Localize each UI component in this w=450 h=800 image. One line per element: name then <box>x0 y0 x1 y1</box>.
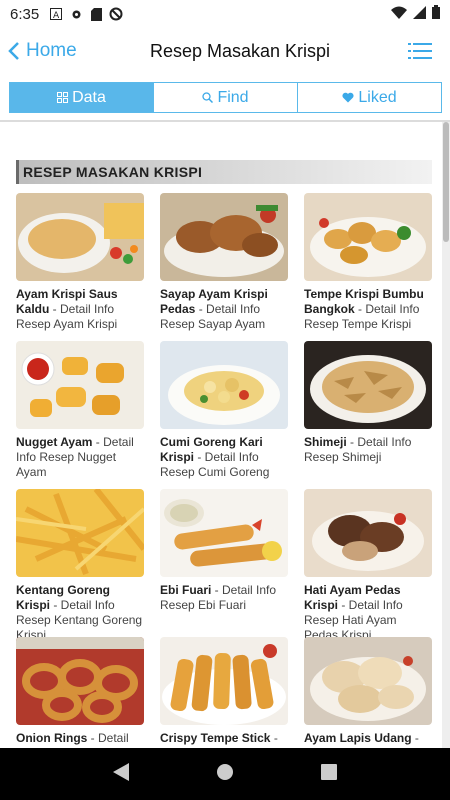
svg-text:A: A <box>53 11 60 20</box>
recipe-card[interactable]: Shimeji - Detail Info Resep Shimeji <box>304 341 432 465</box>
recipe-card[interactable]: Crispy Tempe Stick - Detail Info Resep C… <box>160 637 288 748</box>
recipe-caption: Crispy Tempe Stick - Detail Info Resep C… <box>160 731 288 748</box>
recipe-name: Crispy Tempe Stick <box>160 731 271 745</box>
recipe-caption: Kentang Goreng Krispi - Detail Info Rese… <box>16 583 144 643</box>
recipe-name: Onion Rings <box>16 731 88 745</box>
recipe-caption: Shimeji - Detail Info Resep Shimeji <box>304 435 432 465</box>
nav-recents-button[interactable] <box>320 763 337 785</box>
settings-icon <box>69 7 83 21</box>
tab-find[interactable]: Find <box>154 83 298 112</box>
tab-liked[interactable]: Liked <box>298 83 441 112</box>
recipe-thumbnail <box>304 341 432 429</box>
recipe-card[interactable]: Cumi Goreng Kari Krispi - Detail Info Re… <box>160 341 288 480</box>
app-bar: Home Resep Masakan Krispi <box>0 28 450 74</box>
tab-bar: Data Find Liked <box>9 82 442 113</box>
recipe-list[interactable]: RESEP MASAKAN KRISPI Ayam Krispi Saus Ka… <box>0 122 442 748</box>
section-header: RESEP MASAKAN KRISPI <box>16 160 432 184</box>
recipe-thumbnail <box>160 341 288 429</box>
recipe-caption: Nugget Ayam - Detail Info Resep Nugget A… <box>16 435 144 480</box>
section-header-accent <box>16 160 19 184</box>
recipe-thumbnail <box>16 637 144 725</box>
scrollbar-thumb[interactable] <box>443 122 449 242</box>
recipe-thumbnail <box>16 193 144 281</box>
recipe-name: Shimeji <box>304 435 347 449</box>
hamburger-menu-icon <box>408 43 432 59</box>
section-title: RESEP MASAKAN KRISPI <box>23 164 203 180</box>
nav-home-button[interactable] <box>216 763 234 786</box>
page-title: Resep Masakan Krispi <box>149 40 331 61</box>
nav-back-button[interactable] <box>113 762 130 786</box>
heart-icon <box>342 92 354 103</box>
tab-find-label: Find <box>217 88 249 106</box>
status-bar: 6:35 A <box>0 0 450 28</box>
recipe-caption: Hati Ayam Pedas Krispi - Detail Info Res… <box>304 583 432 643</box>
recipe-caption: Ayam Lapis Udang - Detail Info Resep Aya… <box>304 731 432 748</box>
search-icon <box>202 92 214 103</box>
no-sync-icon <box>109 7 123 21</box>
recipe-card[interactable]: Nugget Ayam - Detail Info Resep Nugget A… <box>16 341 144 480</box>
recipe-thumbnail <box>304 489 432 577</box>
chevron-left-icon <box>8 42 19 60</box>
tab-data[interactable]: Data <box>10 83 154 112</box>
recipe-caption: Sayap Ayam Krispi Pedas - Detail Info Re… <box>160 287 288 332</box>
recipe-thumbnail <box>16 489 144 577</box>
system-nav-bar <box>0 748 450 800</box>
recipe-card[interactable]: Sayap Ayam Krispi Pedas - Detail Info Re… <box>160 193 288 332</box>
recipe-caption: Cumi Goreng Kari Krispi - Detail Info Re… <box>160 435 288 480</box>
recipe-caption: Ebi Fuari - Detail Info Resep Ebi Fuari <box>160 583 288 613</box>
signal-icon <box>413 5 426 23</box>
recipe-card[interactable]: Kentang Goreng Krispi - Detail Info Rese… <box>16 489 144 643</box>
tab-data-label: Data <box>72 88 106 106</box>
recipe-caption: Tempe Krispi Bumbu Bangkok - Detail Info… <box>304 287 432 332</box>
wifi-icon <box>391 6 407 23</box>
recipe-card[interactable]: Ayam Krispi Saus Kaldu - Detail Info Res… <box>16 193 144 332</box>
recipe-thumbnail <box>160 489 288 577</box>
recipe-name: Ayam Lapis Udang <box>304 731 412 745</box>
recipe-name: Ebi Fuari <box>160 583 212 597</box>
recipe-caption: Ayam Krispi Saus Kaldu - Detail Info Res… <box>16 287 144 332</box>
scrollbar[interactable] <box>442 122 450 748</box>
square-recents-icon <box>320 763 337 780</box>
tab-liked-label: Liked <box>358 88 397 106</box>
back-button[interactable]: Home <box>0 40 110 62</box>
battery-icon <box>432 5 440 23</box>
recipe-thumbnail <box>304 193 432 281</box>
app-notification-icon: A <box>49 7 63 21</box>
triangle-back-icon <box>113 762 130 781</box>
recipe-thumbnail <box>160 637 288 725</box>
menu-button[interactable] <box>400 31 440 71</box>
back-label: Home <box>26 40 77 61</box>
status-time: 6:35 <box>10 5 40 23</box>
storage-icon <box>89 7 103 21</box>
recipe-card[interactable]: Tempe Krispi Bumbu Bangkok - Detail Info… <box>304 193 432 332</box>
recipe-card[interactable]: Ebi Fuari - Detail Info Resep Ebi Fuari <box>160 489 288 613</box>
recipe-thumbnail <box>304 637 432 725</box>
recipe-thumbnail <box>160 193 288 281</box>
recipe-card[interactable]: Hati Ayam Pedas Krispi - Detail Info Res… <box>304 489 432 643</box>
recipe-thumbnail <box>16 341 144 429</box>
recipe-caption: Onion Rings - Detail Info Resep Onion Ri… <box>16 731 144 748</box>
circle-home-icon <box>216 763 233 780</box>
grid-icon <box>57 92 69 103</box>
recipe-card[interactable]: Onion Rings - Detail Info Resep Onion Ri… <box>16 637 144 748</box>
recipe-card[interactable]: Ayam Lapis Udang - Detail Info Resep Aya… <box>304 637 432 748</box>
recipe-name: Nugget Ayam <box>16 435 93 449</box>
